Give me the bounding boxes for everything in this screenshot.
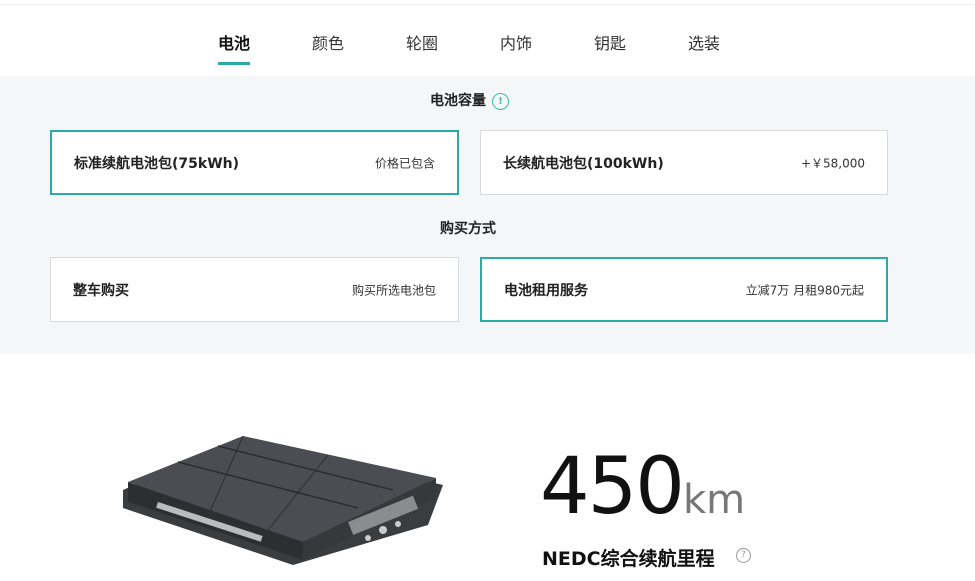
purchase-method-title: 购买方式	[440, 221, 496, 237]
range-unit: km	[683, 477, 746, 523]
range-label: NEDC综合续航里程	[542, 548, 715, 570]
option-name: 电池租用服务	[504, 282, 588, 299]
option-price: 立减7万 月租980元起	[745, 283, 864, 297]
purchase-option-battery-rental[interactable]: 电池租用服务 立减7万 月租980元起	[480, 257, 888, 322]
battery-option-long-range[interactable]: 长续航电池包(100kWh) +￥58,000	[480, 130, 888, 195]
tab-color[interactable]: 颜色	[312, 30, 344, 54]
tab-key[interactable]: 钥匙	[594, 30, 626, 54]
tab-options[interactable]: 选装	[688, 30, 720, 54]
option-price: 价格已包含	[374, 156, 435, 170]
battery-capacity-title: 电池容量	[430, 93, 486, 109]
battery-option-standard[interactable]: 标准续航电池包(75kWh) 价格已包含	[50, 130, 459, 195]
purchase-option-full[interactable]: 整车购买 购买所选电池包	[50, 257, 459, 322]
option-name: 长续航电池包(100kWh)	[503, 155, 664, 172]
option-name: 整车购买	[73, 282, 129, 299]
tab-wheels[interactable]: 轮圈	[406, 30, 438, 54]
tab-battery[interactable]: 电池	[218, 30, 250, 54]
range-value: 450	[540, 442, 685, 532]
option-name: 标准续航电池包(75kWh)	[74, 155, 239, 172]
option-price: +￥58,000	[800, 156, 865, 170]
question-circle-icon[interactable]: ?	[736, 548, 751, 563]
option-price: 购买所选电池包	[351, 283, 436, 297]
info-circle-icon[interactable]: !	[492, 92, 509, 110]
active-tab-underline	[218, 62, 250, 65]
battery-capacity-header: 电池容量!	[430, 90, 509, 110]
tab-bar: 电池 颜色 轮圈 内饰 钥匙 选装	[0, 4, 975, 76]
tab-interior[interactable]: 内饰	[500, 30, 532, 54]
battery-pack-image	[123, 435, 443, 565]
config-panel: 电池容量! 标准续航电池包(75kWh) 价格已包含 长续航电池包(100kWh…	[0, 76, 975, 354]
